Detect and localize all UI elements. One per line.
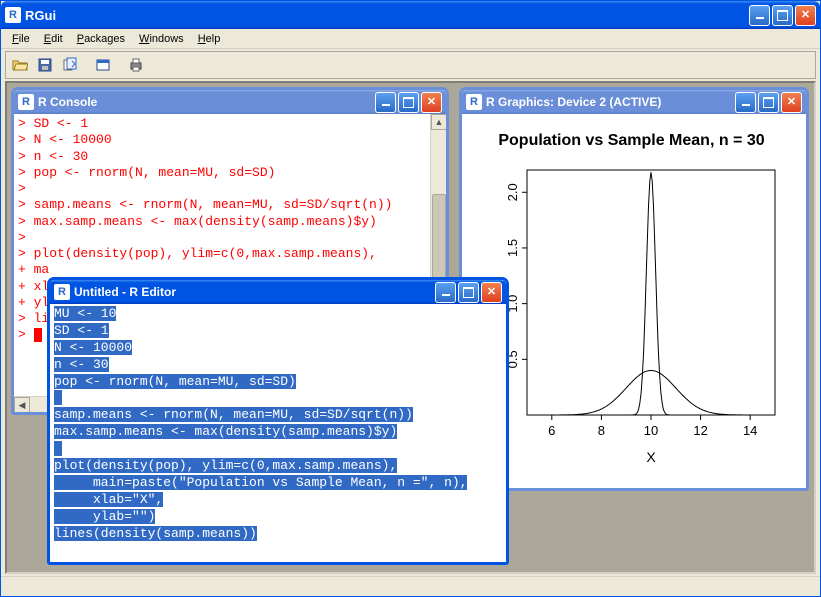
svg-text:1.5: 1.5 (505, 239, 520, 257)
copy-paste-icon (62, 57, 78, 73)
menu-edit[interactable]: Edit (37, 31, 70, 47)
window-icon (95, 57, 111, 73)
svg-text:2.0: 2.0 (505, 183, 520, 201)
console-title: R Console (38, 95, 375, 109)
mdi-workspace: R R Console > SD <- 1 > N <- 10000 > n <… (5, 81, 816, 574)
graphics-titlebar[interactable]: R R Graphics: Device 2 (ACTIVE) (462, 90, 806, 114)
open-button[interactable] (8, 54, 31, 76)
svg-text:10: 10 (643, 423, 657, 438)
r-app-icon: R (54, 284, 70, 300)
graphics-minimize-button[interactable] (735, 92, 756, 113)
open-folder-icon (12, 57, 28, 73)
r-app-icon: R (18, 94, 34, 110)
svg-text:X: X (646, 449, 656, 465)
graphics-maximize-button[interactable] (758, 92, 779, 113)
close-button[interactable] (795, 5, 816, 26)
menubar: File Edit Packages Windows Help (1, 29, 820, 49)
menu-windows[interactable]: Windows (132, 31, 191, 47)
editor-close-button[interactable] (481, 282, 502, 303)
window-button[interactable] (91, 54, 114, 76)
print-icon (128, 57, 144, 73)
save-button[interactable] (33, 54, 56, 76)
console-maximize-button[interactable] (398, 92, 419, 113)
main-titlebar[interactable]: R RGui (1, 1, 820, 29)
copy-paste-button[interactable] (58, 54, 81, 76)
svg-text:8: 8 (597, 423, 604, 438)
menu-file[interactable]: File (5, 31, 37, 47)
svg-text:14: 14 (742, 423, 756, 438)
graphics-plot-area: Population vs Sample Mean, n = 30 6 8 10 12… (462, 114, 806, 488)
statusbar (1, 576, 820, 596)
density-plot: 681012140.51.01.52.0X (477, 160, 787, 470)
svg-text:6: 6 (548, 423, 555, 438)
rgui-main-window: R RGui File Edit Packages Windows Help (0, 0, 821, 597)
minimize-button[interactable] (749, 5, 770, 26)
scroll-left-button[interactable]: ◀ (14, 397, 30, 413)
graphics-title: R Graphics: Device 2 (ACTIVE) (486, 95, 735, 109)
editor-titlebar[interactable]: R Untitled - R Editor (50, 280, 506, 304)
menu-help[interactable]: Help (191, 31, 228, 47)
console-titlebar[interactable]: R R Console (14, 90, 446, 114)
r-app-icon: R (5, 7, 21, 23)
main-title: RGui (25, 8, 749, 23)
editor-title: Untitled - R Editor (74, 285, 435, 299)
menu-packages[interactable]: Packages (70, 31, 132, 47)
editor-window[interactable]: R Untitled - R Editor MU <- 10 SD <- 1 N… (47, 277, 509, 565)
svg-text:12: 12 (693, 423, 707, 438)
r-app-icon: R (466, 94, 482, 110)
editor-maximize-button[interactable] (458, 282, 479, 303)
scroll-up-button[interactable]: ▲ (431, 114, 446, 130)
console-minimize-button[interactable] (375, 92, 396, 113)
editor-minimize-button[interactable] (435, 282, 456, 303)
console-close-button[interactable] (421, 92, 442, 113)
editor-body[interactable]: MU <- 10 SD <- 1 N <- 10000 n <- 30 pop … (50, 304, 506, 562)
maximize-button[interactable] (772, 5, 793, 26)
print-button[interactable] (124, 54, 147, 76)
toolbar (5, 51, 816, 79)
plot-title: Population vs Sample Mean, n = 30 (472, 132, 791, 150)
graphics-close-button[interactable] (781, 92, 802, 113)
save-disk-icon (37, 57, 53, 73)
graphics-window[interactable]: R R Graphics: Device 2 (ACTIVE) Populati… (459, 87, 809, 491)
